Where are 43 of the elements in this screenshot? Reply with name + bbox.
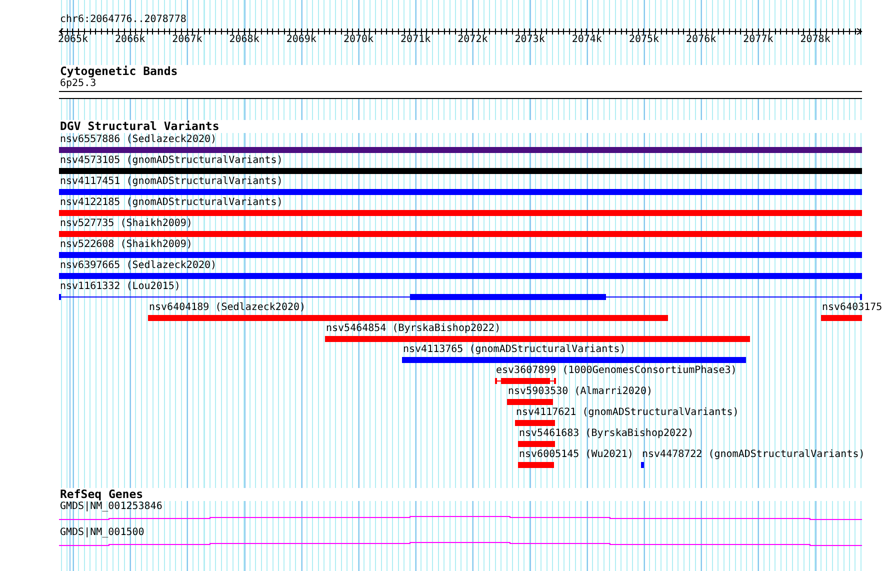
variant-bar[interactable] [59, 294, 862, 300]
transcript-line[interactable] [59, 516, 862, 520]
tick-label: 2066k [115, 34, 146, 46]
variant-label: nsv5903530 (Almarri2020) [508, 386, 652, 398]
location-label: chr6:2064776..2078778 [60, 14, 186, 26]
tick-label: 2075k [628, 34, 660, 46]
track-title: Cytogenetic Bands [59, 65, 178, 78]
interval-bar[interactable] [495, 378, 556, 384]
variant-label: nsv6557886 (Sedlazeck2020) [60, 134, 217, 146]
tick-label: 2077k [743, 34, 774, 46]
variant-label: nsv6404189 (Sedlazeck2020) [149, 302, 306, 314]
tick-label: 2073k [514, 34, 545, 46]
transcript-label: GMDS|NM_001500 [59, 527, 144, 539]
variant-label: nsv527735 (Shaikh2009) [60, 218, 192, 230]
tick-label: 2065k [58, 34, 88, 46]
variant-label: nsv5464854 (ByrskaBishop2022) [326, 323, 501, 335]
tick-label: 2070k [343, 34, 374, 46]
tick-label: 2067k [172, 34, 202, 46]
tick-label: 2072k [458, 34, 488, 46]
track-title: RefSeq Genes [59, 488, 144, 501]
variant-label: nsv4117621 (gnomADStructuralVariants) [516, 407, 739, 419]
variant-label: nsv6397665 (Sedlazeck2020) [60, 260, 217, 272]
variant-label: nsv4113765 (gnomADStructuralVariants) [403, 344, 626, 356]
transcript-line[interactable] [59, 542, 862, 546]
tick-label: 2071k [400, 34, 431, 46]
band-label: 6p25.3 [59, 78, 96, 90]
tick-label: 2078k [800, 34, 830, 46]
variant-label: nsv4573105 (gnomADStructuralVariants) [60, 155, 283, 167]
variant-label: nsv1161332 (Lou2015) [60, 281, 180, 293]
transcript-label: GMDS|NM_001253846 [59, 501, 162, 513]
variant-label: nsv4117451 (gnomADStructuralVariants) [60, 176, 283, 188]
variant-label: nsv522608 (Shaikh2009) [60, 239, 192, 251]
variant-label: nsv5461683 (ByrskaBishop2022) [519, 428, 694, 440]
variant-label: nsv4478722 (gnomADStructuralVariants) [642, 449, 865, 461]
variant-label: esv3607899 (1000GenomesConsortiumPhase3) [496, 365, 737, 377]
tick-label: 2068k [229, 34, 260, 46]
track-title: DGV Structural Variants [59, 120, 220, 133]
variant-label: nsv6005145 (Wu2021) [519, 449, 634, 461]
variant-label: nsv4122185 (gnomADStructuralVariants) [60, 197, 283, 209]
tick-label: 2074k [572, 34, 602, 46]
tick-label: 2069k [286, 34, 316, 46]
variant-label: nsv6403175 [822, 302, 882, 314]
tick-label: 2076k [686, 34, 716, 46]
